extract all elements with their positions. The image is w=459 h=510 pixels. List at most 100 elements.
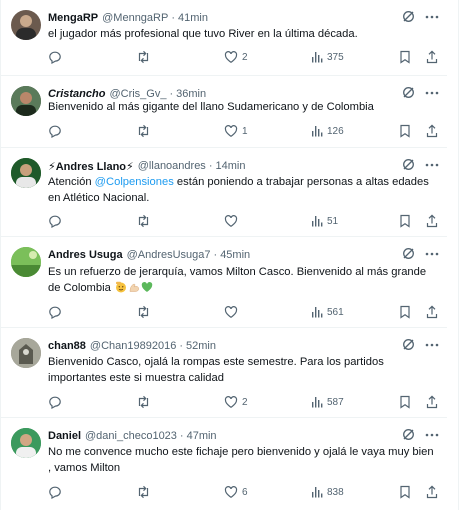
separator-dot: · [171, 12, 175, 24]
like-button[interactable]: 2 [224, 395, 248, 409]
views-chart-icon [311, 306, 323, 318]
tweet-header: MengaRP @MenngaRP · 41min [48, 10, 208, 26]
user-handle[interactable]: @AndresUsuga7 [127, 249, 211, 261]
retweet-button[interactable] [136, 395, 155, 409]
timestamp[interactable]: 41min [178, 12, 208, 24]
avatar[interactable] [11, 338, 41, 368]
reply-tweet[interactable]: chan88 @Chan19892016 · 52min Bienvenido … [1, 328, 447, 418]
timestamp[interactable]: 14min [215, 160, 245, 172]
share-button[interactable] [426, 214, 438, 228]
like-count: 2 [242, 51, 248, 63]
user-handle[interactable]: @MenngaRP [102, 12, 168, 24]
bookmark-button[interactable] [399, 50, 411, 64]
views-button[interactable]: 838 [311, 486, 344, 498]
share-icon [426, 214, 438, 228]
reply-tweet[interactable]: ⚡Andres Llano⚡ @llanoandres · 14min Aten… [1, 148, 447, 237]
more-options-icon[interactable] [425, 15, 439, 19]
reply-tweet[interactable]: Daniel @dani_checo1023 · 47min No me con… [1, 418, 447, 510]
user-handle[interactable]: @llanoandres [138, 160, 206, 172]
more-options-icon[interactable] [425, 252, 439, 256]
reply-button[interactable] [48, 485, 66, 499]
mention-link[interactable]: @Colpensiones [95, 176, 174, 188]
avatar[interactable] [11, 158, 41, 188]
more-options-icon[interactable] [425, 343, 439, 347]
timestamp[interactable]: 52min [186, 340, 216, 352]
like-button[interactable] [224, 305, 242, 319]
grok-icon[interactable] [402, 428, 415, 441]
heart-icon [224, 214, 238, 228]
like-button[interactable] [224, 214, 242, 228]
reply-button[interactable] [48, 305, 66, 319]
avatar[interactable] [11, 247, 41, 277]
like-count: 1 [242, 125, 248, 137]
avatar[interactable] [11, 86, 41, 116]
share-button[interactable] [426, 50, 438, 64]
grok-icon[interactable] [402, 86, 415, 99]
views-chart-icon [311, 51, 323, 63]
heart-icon [224, 50, 238, 64]
views-button[interactable]: 561 [311, 306, 344, 318]
retweet-button[interactable] [136, 485, 155, 499]
display-name[interactable]: MengaRP [48, 12, 98, 24]
bookmark-button[interactable] [399, 485, 411, 499]
bookmark-icon [399, 124, 411, 138]
bookmark-button[interactable] [399, 395, 411, 409]
grok-icon[interactable] [402, 158, 415, 171]
view-count: 838 [327, 486, 344, 498]
like-button[interactable]: 6 [224, 485, 248, 499]
view-count: 375 [327, 51, 344, 63]
reply-button[interactable] [48, 214, 66, 228]
share-button[interactable] [426, 395, 438, 409]
tweet-text-part: Atención [48, 176, 95, 188]
more-options-icon[interactable] [425, 163, 439, 167]
reply-tweet[interactable]: Cristancho @Cris_Gv_ · 36min Bienvenido … [1, 76, 447, 148]
reply-icon [48, 395, 62, 409]
display-name[interactable]: Andres Usuga [48, 249, 123, 261]
grok-icon[interactable] [402, 338, 415, 351]
tweet-text: Es un refuerzo de jerarquía, vamos Milto… [48, 264, 437, 296]
share-button[interactable] [426, 305, 438, 319]
retweet-button[interactable] [136, 124, 155, 138]
bookmark-button[interactable] [399, 305, 411, 319]
views-button[interactable]: 587 [311, 396, 344, 408]
display-name-text: Andres Llano [55, 160, 127, 173]
retweet-button[interactable] [136, 214, 155, 228]
user-handle[interactable]: @dani_checo1023 [85, 430, 177, 442]
reply-button[interactable] [48, 124, 66, 138]
user-handle[interactable]: @Chan19892016 [90, 340, 176, 352]
tweet-text: Bienvenido Casco, ojalá la rompas este s… [48, 356, 384, 384]
tweet-header: chan88 @Chan19892016 · 52min [48, 338, 216, 354]
reply-button[interactable] [48, 395, 66, 409]
reply-tweet[interactable]: Andres Usuga @AndresUsuga7 · 45min Es un… [1, 237, 447, 328]
grok-icon[interactable] [402, 10, 415, 23]
views-button[interactable]: 126 [311, 125, 344, 137]
separator-dot: · [179, 340, 183, 352]
display-name[interactable]: Daniel [48, 430, 81, 442]
share-icon [426, 305, 438, 319]
bookmark-button[interactable] [399, 124, 411, 138]
retweet-button[interactable] [136, 50, 155, 64]
avatar[interactable] [11, 428, 41, 458]
timestamp[interactable]: 45min [220, 249, 250, 261]
reply-button[interactable] [48, 50, 66, 64]
timestamp[interactable]: 47min [187, 430, 217, 442]
avatar[interactable] [11, 10, 41, 40]
bookmark-button[interactable] [399, 214, 411, 228]
like-button[interactable]: 1 [224, 124, 248, 138]
like-count: 2 [242, 396, 248, 408]
lightning-emoji: ⚡ [126, 160, 134, 173]
display-name[interactable]: ⚡Andres Llano⚡ [48, 160, 134, 173]
tweet-header: ⚡Andres Llano⚡ @llanoandres · 14min [48, 158, 245, 174]
display-name[interactable]: chan88 [48, 340, 86, 352]
retweet-button[interactable] [136, 305, 155, 319]
more-options-icon[interactable] [425, 91, 439, 95]
reply-tweet[interactable]: MengaRP @MenngaRP · 41min el jugador más… [1, 0, 447, 76]
share-button[interactable] [426, 124, 438, 138]
share-button[interactable] [426, 485, 438, 499]
more-options-icon[interactable] [425, 433, 439, 437]
grok-icon[interactable] [402, 247, 415, 260]
flexed-biceps-emoji [128, 281, 140, 293]
views-button[interactable]: 375 [311, 51, 344, 63]
views-button[interactable]: 51 [311, 215, 338, 227]
like-button[interactable]: 2 [224, 50, 248, 64]
